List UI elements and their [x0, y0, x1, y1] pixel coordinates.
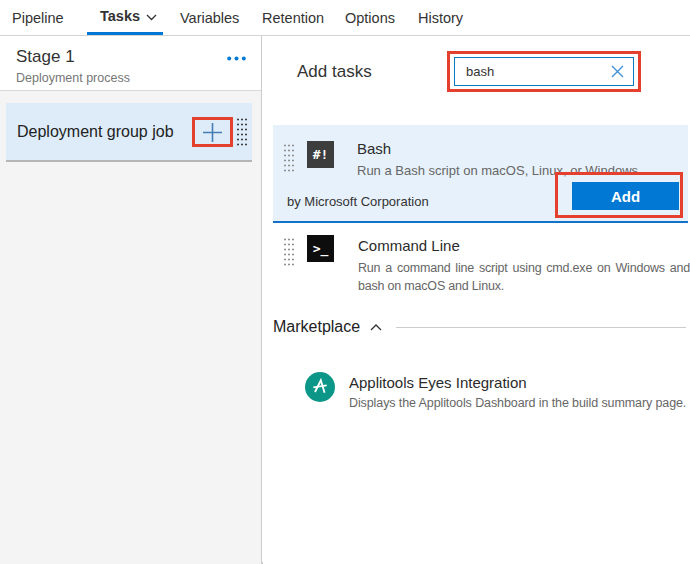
clear-search-icon[interactable]: [611, 65, 624, 78]
cmd-task-description: Run a command line script using cmd.exe …: [358, 259, 690, 295]
tab-retention[interactable]: Retention: [262, 0, 324, 35]
pipeline-tab-bar: Pipeline Tasks Variables Retention Optio…: [0, 0, 690, 36]
stage-header: Stage 1 Deployment process: [0, 36, 261, 91]
stages-sidebar: Stage 1 Deployment process Deployment gr…: [0, 36, 262, 564]
tab-pipeline-label: Pipeline: [12, 10, 64, 26]
job-drag-handle-icon[interactable]: [236, 117, 247, 146]
stage-title: Stage 1: [16, 47, 75, 67]
search-input[interactable]: bash: [454, 57, 634, 86]
tab-history-label: History: [418, 10, 463, 26]
marketplace-section-header: Marketplace: [273, 319, 686, 335]
bash-task-icon: #!: [307, 141, 334, 168]
applitools-title: Applitools Eyes Integration: [349, 374, 527, 391]
bash-task-title: Bash: [357, 140, 391, 157]
cmd-task-title: Command Line: [358, 237, 460, 254]
bash-task-publisher: by Microsoft Corporation: [287, 194, 429, 209]
marketplace-divider: [396, 327, 686, 328]
release-pipeline-tasks-page: Pipeline Tasks Variables Retention Optio…: [0, 0, 690, 564]
tab-variables[interactable]: Variables: [180, 0, 239, 35]
tab-pipeline[interactable]: Pipeline: [12, 0, 64, 35]
stage-menu-ellipsis-icon[interactable]: [227, 56, 246, 61]
tab-tasks[interactable]: Tasks: [87, 0, 163, 35]
add-task-plus-icon[interactable]: [202, 122, 223, 143]
bash-drag-handle-icon[interactable]: [283, 143, 294, 172]
chevron-down-icon: [146, 14, 157, 21]
tab-tasks-label: Tasks: [100, 8, 140, 24]
marketplace-label: Marketplace: [273, 318, 360, 336]
cmd-drag-handle-icon[interactable]: [283, 237, 294, 266]
task-row-bash[interactable]: #! Bash Run a Bash script on macOS, Linu…: [273, 125, 688, 223]
tab-variables-label: Variables: [180, 10, 239, 26]
applitools-description: Displays the Applitools Dashboard in the…: [349, 396, 686, 410]
tab-options[interactable]: Options: [345, 0, 395, 35]
add-tasks-panel: Add tasks bash #! Bash Run a Bash script…: [263, 36, 690, 564]
applitools-icon: [305, 372, 335, 402]
annotation-add-task-highlight: [192, 117, 233, 147]
stage-subtitle: Deployment process: [16, 71, 130, 85]
tab-retention-label: Retention: [262, 10, 324, 26]
add-bash-task-button[interactable]: Add: [572, 182, 679, 210]
tab-options-label: Options: [345, 10, 395, 26]
job-label: Deployment group job: [17, 123, 174, 141]
annotation-search-highlight: bash: [447, 51, 641, 92]
deployment-group-job-card[interactable]: Deployment group job: [6, 103, 252, 160]
tab-history[interactable]: History: [418, 0, 463, 35]
search-value: bash: [466, 64, 611, 79]
cmd-task-icon: >_: [307, 235, 334, 262]
annotation-add-button-highlight: Add: [555, 172, 683, 218]
add-tasks-heading: Add tasks: [297, 62, 372, 82]
collapse-marketplace-icon[interactable]: [370, 324, 382, 331]
